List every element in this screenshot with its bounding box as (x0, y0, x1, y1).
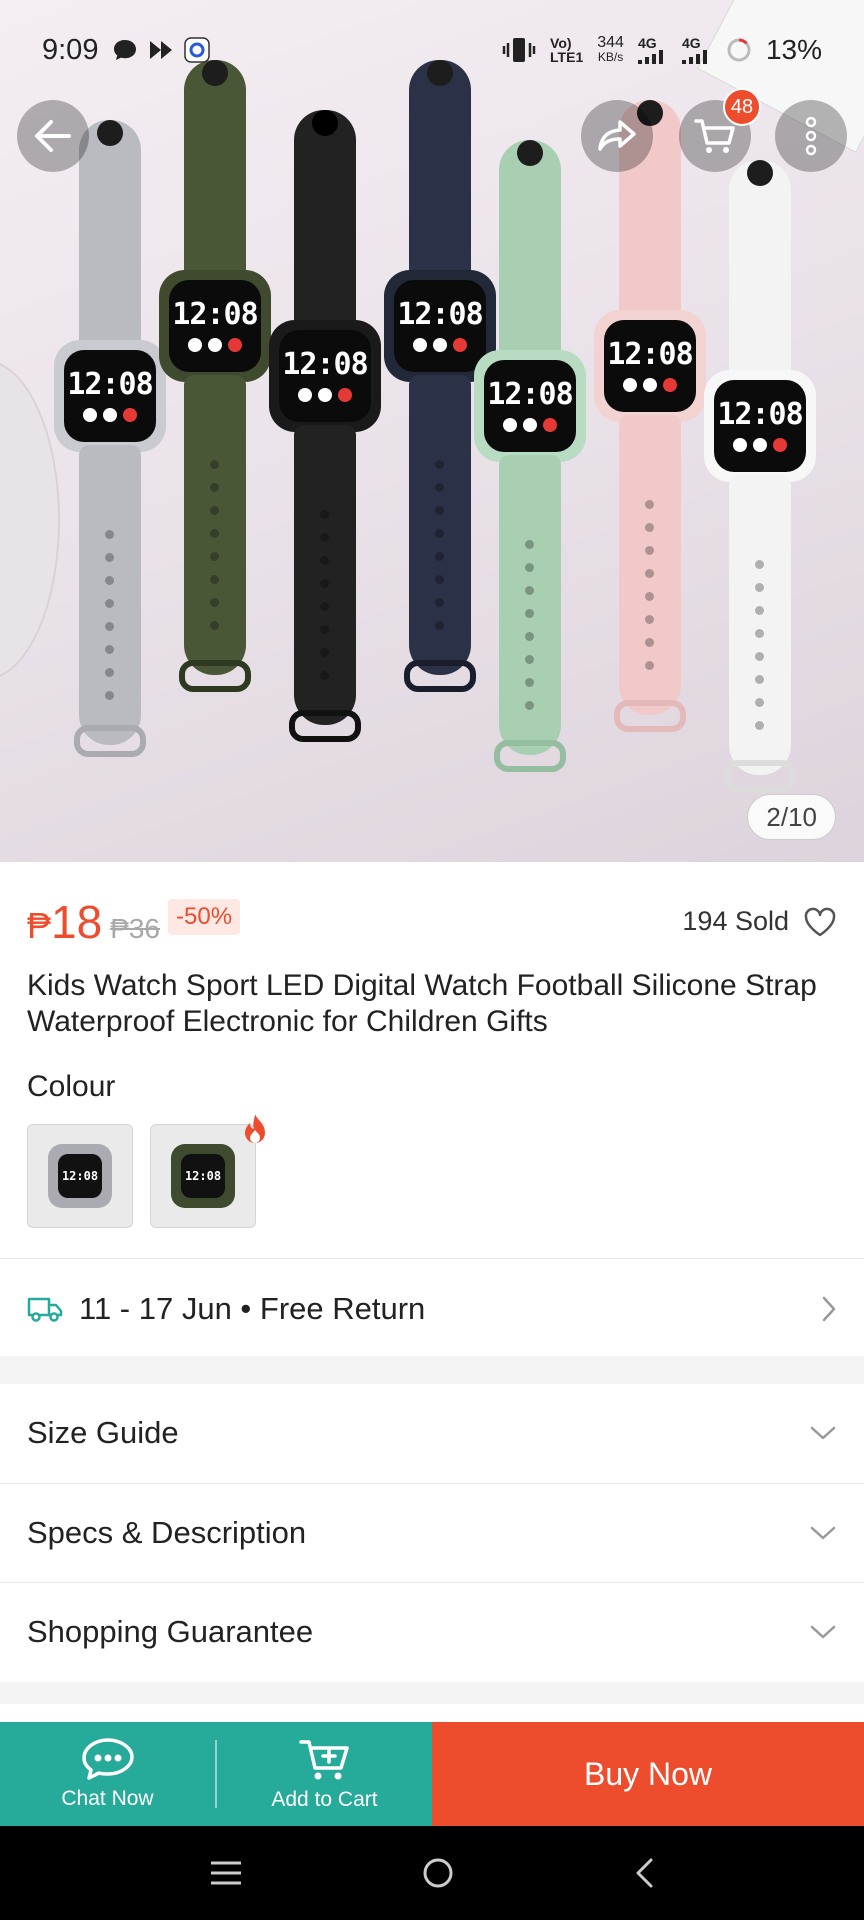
discount-badge: -50% (168, 899, 241, 935)
colour-option-grey[interactable]: 12:08 (27, 1124, 133, 1228)
price-value: 18 (51, 896, 103, 948)
specs-description-label: Specs & Description (27, 1515, 307, 1550)
size-guide-row[interactable]: Size Guide (0, 1384, 864, 1482)
specs-description-row[interactable]: Specs & Description (0, 1484, 864, 1582)
swatch-watch-face: 12:08 (58, 1154, 102, 1198)
more-button[interactable] (775, 100, 847, 172)
volte-indicator: Vo) LTE1 (550, 36, 583, 64)
vibrate-icon (502, 38, 536, 62)
delivery-row[interactable]: 11 - 17 Jun • Free Return (0, 1262, 864, 1356)
watch-time: 12:08 (172, 297, 258, 332)
battery-ring-icon (727, 38, 751, 62)
signal-sim2: 4G (681, 35, 712, 64)
size-guide-label: Size Guide (27, 1415, 179, 1450)
chevron-down-icon (810, 1526, 836, 1540)
share-icon (598, 120, 636, 151)
home-icon[interactable] (421, 1856, 455, 1890)
current-price: ₱18 (27, 895, 102, 949)
watch-olive: 12:08 (155, 50, 275, 710)
truck-icon (27, 1297, 63, 1322)
status-time: 9:09 (42, 33, 99, 66)
add-to-cart-label: Add to Cart (271, 1788, 378, 1811)
back-nav-icon[interactable] (633, 1857, 655, 1889)
chevron-down-icon (810, 1426, 836, 1440)
colour-label: Colour (27, 1070, 116, 1103)
more-vertical-icon (805, 116, 817, 156)
sold-count: 194 Sold (682, 906, 789, 936)
chat-now-label: Chat Now (61, 1787, 154, 1810)
play-forward-icon (150, 41, 173, 59)
heart-icon[interactable] (803, 907, 837, 937)
recent-apps-icon[interactable] (209, 1860, 243, 1886)
watch-time: 12:08 (487, 377, 573, 412)
product-page: 12:08 12:08 12:08 12:08 12:08 12:08 12:0… (0, 0, 864, 1920)
net-speed-value: 344 (597, 34, 624, 51)
volte-label: Vo) (550, 35, 572, 51)
watch-pink: 12:08 (590, 90, 710, 750)
system-navigation-bar (0, 1826, 864, 1920)
watch-mint: 12:08 (470, 130, 590, 790)
chat-icon (81, 1738, 134, 1780)
back-button[interactable] (17, 100, 89, 172)
section-spacer (0, 1682, 864, 1704)
status-bar: 9:09 Vo) LTE1 344 KB/s 4G 4G 13% (0, 0, 864, 100)
shopping-guarantee-label: Shopping Guarantee (27, 1614, 314, 1649)
watch-time: 12:08 (607, 337, 693, 372)
cart-button[interactable]: 48 (679, 88, 761, 172)
cart-count-badge: 48 (723, 88, 761, 126)
sold-count-row: 194 Sold (682, 906, 837, 937)
section-spacer (0, 1356, 864, 1384)
watch-grey: 12:08 (50, 110, 170, 780)
watch-time: 12:08 (282, 347, 368, 382)
chat-now-button[interactable]: Chat Now (0, 1722, 215, 1826)
signal-sim1: 4G (637, 35, 668, 64)
buy-now-button[interactable]: Buy Now (432, 1722, 864, 1826)
currency-symbol: ₱ (27, 905, 52, 946)
share-button[interactable] (581, 100, 653, 172)
cart-icon (694, 119, 735, 153)
product-title: Kids Watch Sport LED Digital Watch Footb… (27, 969, 817, 1038)
shopping-guarantee-row[interactable]: Shopping Guarantee (0, 1583, 864, 1681)
sim2-label: 4G (681, 35, 701, 51)
original-price: ₱36 (110, 913, 161, 944)
swatch-watch-face: 12:08 (181, 1154, 225, 1198)
sim1-label: 4G (637, 35, 657, 51)
app-notification-icon (184, 37, 211, 63)
flame-hot-icon (245, 1114, 265, 1143)
divider (0, 1258, 864, 1259)
price-row: ₱18 ₱36 -50% (27, 895, 241, 949)
watch-time: 12:08 (717, 397, 803, 432)
add-to-cart-button[interactable]: Add to Cart (217, 1722, 432, 1826)
chevron-down-icon (810, 1625, 836, 1639)
chat-bubble-icon (114, 40, 137, 60)
signal-bars-icon (681, 50, 707, 64)
watch-white: 12:08 (700, 150, 820, 810)
watch-time: 12:08 (67, 367, 153, 402)
chevron-right-icon (822, 1296, 836, 1322)
bottom-action-bar: Chat Now Add to Cart Buy Now (0, 1722, 864, 1826)
secondary-actions: Chat Now Add to Cart (0, 1722, 432, 1826)
signal-bars-icon (637, 50, 663, 64)
net-speed: 344 KB/s (597, 35, 624, 65)
delivery-text: 11 - 17 Jun • Free Return (79, 1291, 426, 1326)
add-to-cart-icon (298, 1740, 349, 1780)
image-counter: 2/10 (747, 794, 836, 840)
lte-label: LTE1 (550, 49, 584, 65)
net-speed-unit: KB/s (597, 50, 624, 64)
battery-percent: 13% (765, 34, 822, 65)
watch-black: 12:08 (265, 100, 385, 760)
arrow-left-icon (35, 120, 71, 152)
